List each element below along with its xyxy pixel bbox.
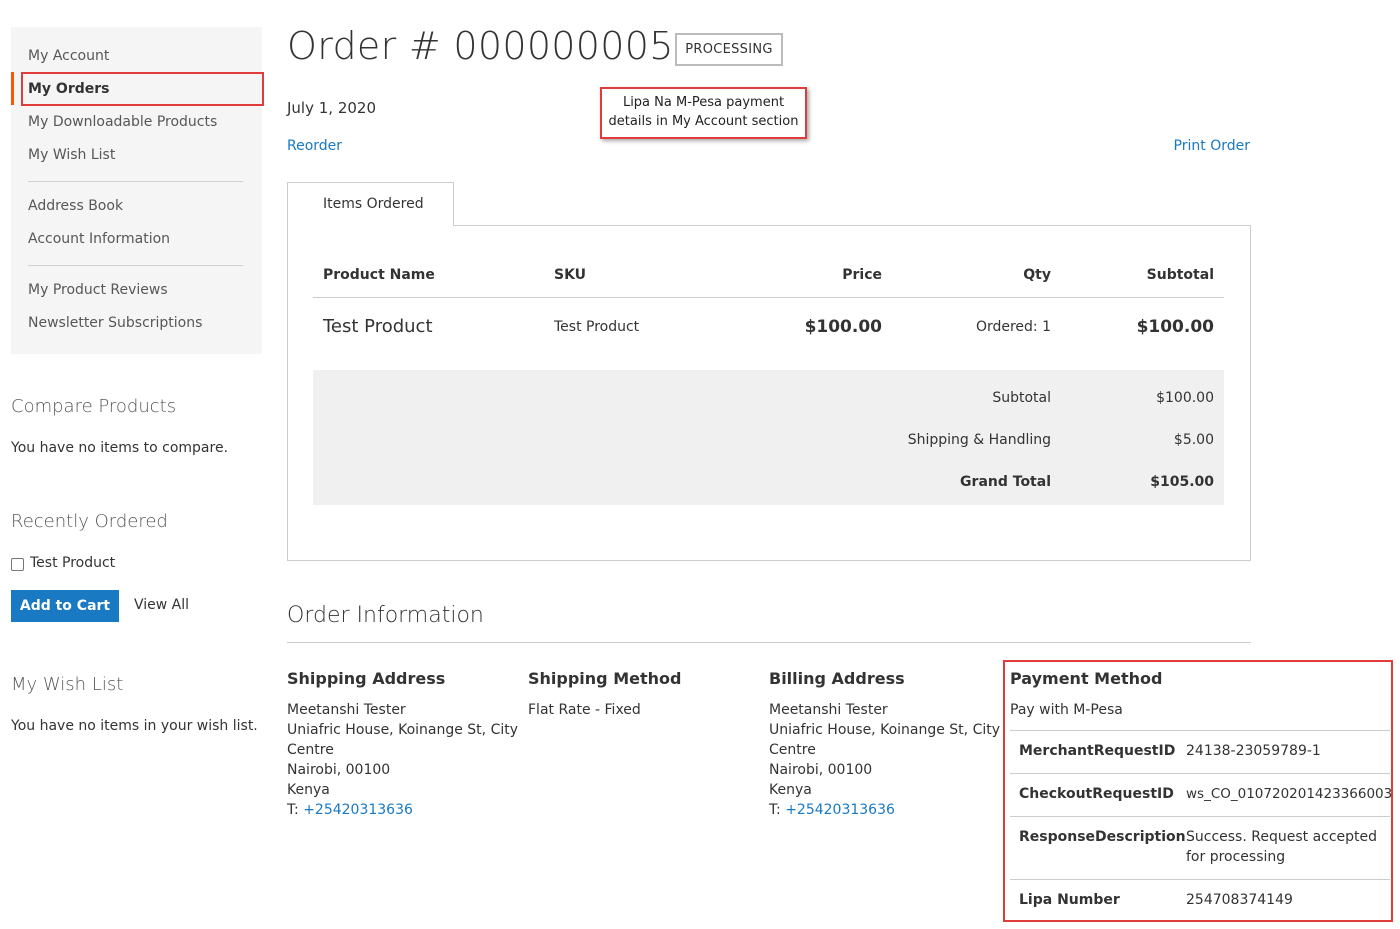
shipping-address-title: Shipping Address xyxy=(287,669,446,688)
add-to-cart-button[interactable]: Add to Cart xyxy=(11,590,119,622)
payment-row-divider xyxy=(1010,879,1390,880)
phone-link[interactable]: +25420313636 xyxy=(303,802,413,818)
lipa-number-value: 254708374149 xyxy=(1186,892,1293,908)
item-sku: Test Product xyxy=(554,319,640,335)
merchant-request-id-label: MerchantRequestID xyxy=(1019,743,1176,759)
shipping-method: Flat Rate - Fixed xyxy=(528,700,641,720)
billing-address: Meetanshi Tester Uniafric House, Koinang… xyxy=(769,700,1000,820)
wishlist-empty-text: You have no items in your wish list. xyxy=(11,718,258,734)
my-orders-highlight-box xyxy=(21,72,264,106)
subtotal-value: $100.00 xyxy=(1156,390,1214,406)
nav-my-account[interactable]: My Account xyxy=(28,48,109,64)
column-qty: Qty xyxy=(1023,267,1051,283)
address-name: Meetanshi Tester xyxy=(769,702,888,718)
subtotal-label: Subtotal xyxy=(992,390,1051,406)
column-product-name: Product Name xyxy=(323,267,435,283)
billing-address-title: Billing Address xyxy=(769,669,905,688)
reorder-link[interactable]: Reorder xyxy=(287,138,342,154)
table-header-divider xyxy=(313,297,1224,298)
compare-empty-text: You have no items to compare. xyxy=(11,440,229,456)
order-status-badge: PROCESSING xyxy=(675,33,783,66)
item-qty: Ordered: 1 xyxy=(975,319,1051,335)
address-city: Nairobi, 00100 xyxy=(287,762,391,778)
nav-account-information[interactable]: Account Information xyxy=(28,231,170,247)
recently-ordered-title: Recently Ordered xyxy=(11,511,168,532)
view-all-link[interactable]: View All xyxy=(134,597,189,613)
item-product-name: Test Product xyxy=(323,316,433,337)
grand-total-label: Grand Total xyxy=(960,474,1051,490)
payment-row-divider xyxy=(1010,773,1390,774)
phone-prefix: T: xyxy=(287,802,304,818)
response-description-value: Success. Request accepted for processing xyxy=(1186,829,1378,865)
merchant-request-id-value: 24138-23059789-1 xyxy=(1186,743,1321,759)
phone-prefix: T: xyxy=(769,802,786,818)
payment-method-name: Pay with M-Pesa xyxy=(1010,702,1123,718)
section-divider xyxy=(287,642,1251,643)
column-subtotal: Subtotal xyxy=(1146,267,1214,283)
column-sku: SKU xyxy=(554,267,587,283)
print-order-link[interactable]: Print Order xyxy=(1174,138,1250,154)
address-phone-row: T: +25420313636 xyxy=(287,800,518,820)
current-nav-marker xyxy=(11,72,14,105)
grand-total-value: $105.00 xyxy=(1150,474,1214,490)
annotation-callout: Lipa Na M-Pesa payment details in My Acc… xyxy=(600,87,807,139)
phone-link[interactable]: +25420313636 xyxy=(785,802,895,818)
item-subtotal: $100.00 xyxy=(1136,317,1214,337)
compare-products-title: Compare Products xyxy=(11,396,177,417)
recently-ordered-item: Test Product xyxy=(30,555,116,571)
shipping-method-title: Shipping Method xyxy=(528,669,682,688)
nav-newsletter-subscriptions[interactable]: Newsletter Subscriptions xyxy=(28,315,202,331)
lipa-number-label: Lipa Number xyxy=(1019,892,1120,908)
address-phone-row: T: +25420313636 xyxy=(769,800,1000,820)
callout-line-2: details in My Account section xyxy=(608,114,799,129)
address-country: Kenya xyxy=(287,782,330,798)
address-street-1: Uniafric House, Koinange St, City xyxy=(287,722,519,738)
shipping-label: Shipping & Handling xyxy=(907,432,1051,448)
payment-row-divider xyxy=(1010,730,1390,731)
shipping-method-value: Flat Rate - Fixed xyxy=(528,702,641,718)
tab-items-ordered[interactable]: Items Ordered xyxy=(287,182,454,226)
callout-line-1: Lipa Na M-Pesa payment xyxy=(622,95,785,110)
wishlist-title: My Wish List xyxy=(11,674,124,695)
payment-row-divider xyxy=(1010,816,1390,817)
item-price: $100.00 xyxy=(804,317,882,337)
payment-method-title: Payment Method xyxy=(1010,669,1163,688)
nav-my-downloadable-products[interactable]: My Downloadable Products xyxy=(28,114,217,130)
address-country: Kenya xyxy=(769,782,812,798)
address-street-1: Uniafric House, Koinange St, City xyxy=(769,722,1001,738)
recently-ordered-checkbox[interactable] xyxy=(11,558,24,571)
address-street-2: Centre xyxy=(769,742,816,758)
checkout-request-id-label: CheckoutRequestID xyxy=(1019,786,1174,802)
column-price: Price xyxy=(842,267,882,283)
nav-divider xyxy=(28,181,243,182)
address-street-2: Centre xyxy=(287,742,334,758)
order-information-title: Order Information xyxy=(287,603,484,628)
order-totals xyxy=(313,370,1224,505)
response-description-label: ResponseDescription xyxy=(1019,829,1186,845)
nav-my-wish-list[interactable]: My Wish List xyxy=(28,147,115,163)
address-name: Meetanshi Tester xyxy=(287,702,406,718)
nav-divider xyxy=(28,265,243,266)
nav-my-product-reviews[interactable]: My Product Reviews xyxy=(28,282,168,298)
address-city: Nairobi, 00100 xyxy=(769,762,873,778)
order-date: July 1, 2020 xyxy=(287,99,376,117)
page-title: Order # 000000005 xyxy=(287,24,674,68)
shipping-address: Meetanshi Tester Uniafric House, Koinang… xyxy=(287,700,518,820)
shipping-value: $5.00 xyxy=(1173,432,1214,448)
checkout-request-id-value: ws_CO_010720201423366003 xyxy=(1186,786,1393,802)
nav-address-book[interactable]: Address Book xyxy=(28,198,123,214)
